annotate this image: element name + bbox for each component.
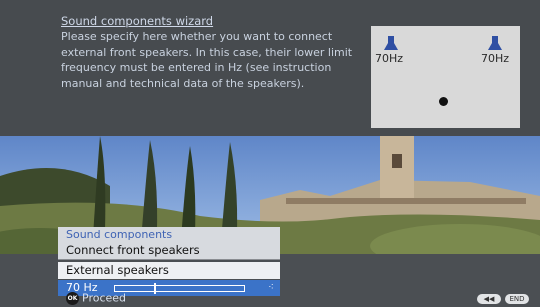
proceed-label: Proceed: [82, 291, 127, 305]
wizard-title: Sound components wizard: [61, 14, 214, 28]
frequency-slider[interactable]: [114, 283, 245, 294]
menu-item-connect-front-speakers[interactable]: Connect front speakers: [58, 242, 280, 260]
ok-button-icon: OK: [66, 291, 79, 305]
wizard-description: Please specify here whether you want to …: [61, 30, 353, 90]
menu-header: Sound components: [58, 227, 280, 242]
navigation-arrows-icon: ⁖: [268, 282, 274, 293]
right-speaker-frequency: 70Hz: [481, 52, 510, 65]
back-button[interactable]: ◀◀: [477, 294, 501, 304]
speaker-diagram: 70Hz 70Hz: [371, 26, 520, 128]
proceed-hint[interactable]: OK Proceed: [66, 291, 126, 305]
sound-components-menu: Sound components Connect front speakers …: [58, 227, 280, 296]
listener-position-icon: [439, 97, 448, 106]
menu-item-external-speakers[interactable]: External speakers: [58, 262, 280, 279]
left-speaker-frequency: 70Hz: [375, 52, 404, 65]
end-button[interactable]: END: [505, 294, 529, 304]
frequency-slider-thumb[interactable]: [153, 283, 156, 294]
